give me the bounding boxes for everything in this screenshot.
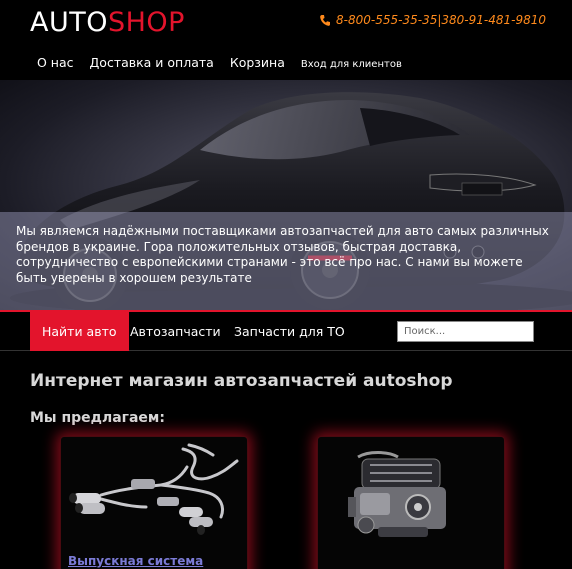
phone-contact[interactable]: 8-800-555-35-35|380-91-481-9810 (320, 13, 546, 27)
page-title: Интернет магазин автозапчастей autoshop (30, 371, 453, 391)
offer-heading: Мы предлагаем: (30, 410, 165, 426)
product-card[interactable]: Выпускная система (60, 436, 248, 569)
logo-text-shop: SHOP (107, 7, 185, 38)
top-navigation: О нас Доставка и оплата Корзина Вход для… (37, 55, 402, 70)
nav-find-car[interactable]: Найти авто (30, 312, 129, 351)
exhaust-system-image (69, 443, 239, 535)
main-content: Интернет магазин автозапчастей autoshop … (0, 352, 572, 569)
site-logo[interactable]: AUTOSHOP (30, 7, 185, 38)
hero-description-text: Мы являемся надёжными поставщиками автоз… (16, 224, 549, 285)
hero-description: Мы являемся надёжными поставщиками автоз… (0, 212, 572, 310)
nav-delivery-payment[interactable]: Доставка и оплата (90, 55, 214, 70)
search-input[interactable] (397, 321, 534, 342)
phone-icon (320, 14, 331, 26)
nav-maintenance-parts[interactable]: Запчасти для ТО (234, 312, 345, 351)
engine-image (348, 451, 446, 537)
phone-number: 8-800-555-35-35|380-91-481-9810 (336, 13, 546, 27)
nav-about[interactable]: О нас (37, 55, 74, 70)
nav-client-login[interactable]: Вход для клиентов (301, 59, 402, 70)
main-navigation: Найти авто Автозапчасти Запчасти для ТО (0, 310, 572, 351)
site-header: AUTOSHOP 8-800-555-35-35|380-91-481-9810… (0, 0, 572, 80)
product-link[interactable]: Выпускная система (68, 554, 203, 568)
nav-cart[interactable]: Корзина (230, 55, 285, 70)
product-card[interactable] (317, 436, 505, 569)
logo-text-auto: AUTO (30, 7, 108, 38)
nav-autoparts[interactable]: Автозапчасти (130, 312, 221, 351)
